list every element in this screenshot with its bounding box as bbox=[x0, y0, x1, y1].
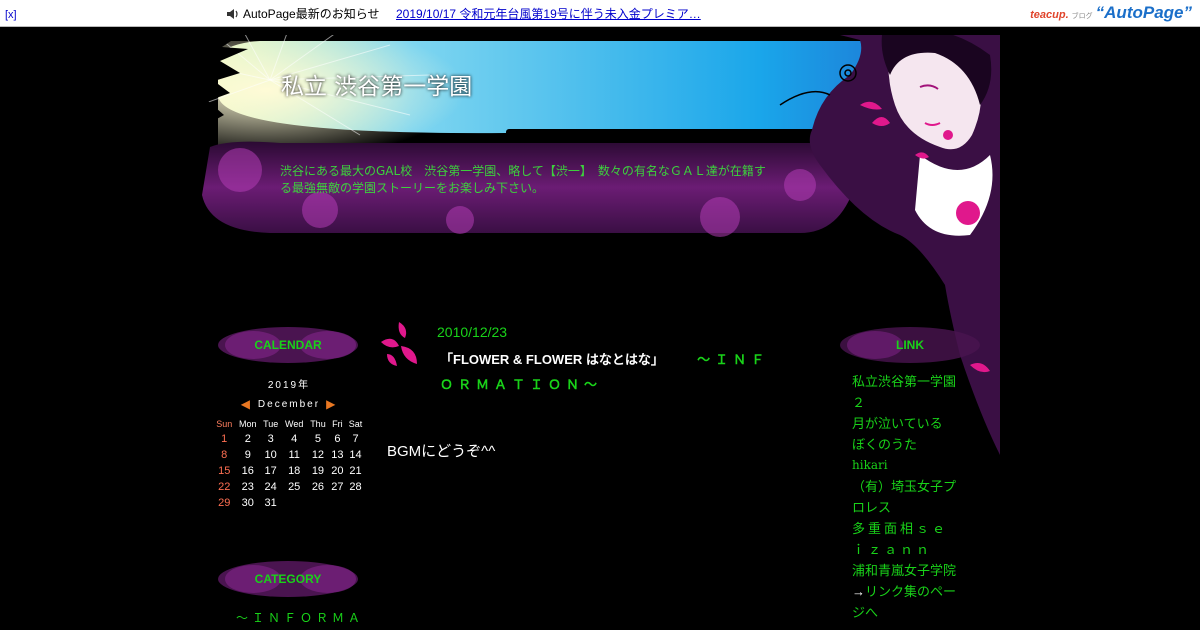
flower-ornament-icon bbox=[381, 322, 417, 366]
calendar-day: 15 bbox=[218, 465, 231, 477]
calendar-week-row: 8 9 10 11 12 13 14 bbox=[213, 447, 365, 463]
calendar-table: Sun Mon Tue Wed Thu Fri Sat 1 2 3 4 5 6 7 8 9 10 1… bbox=[213, 417, 365, 511]
calendar-day: 16 bbox=[241, 465, 254, 477]
calendar-month: December bbox=[257, 398, 321, 410]
calendar-day: 29 bbox=[218, 497, 231, 509]
site-description: 渋谷にある最大のGAL校 渋谷第一学園、略して【渋一】 数々の有名なＧＡＬ達が在… bbox=[280, 164, 766, 195]
calendar-day: 28 bbox=[349, 481, 362, 493]
calendar-day: 12 bbox=[311, 449, 325, 461]
calendar-day: 14 bbox=[349, 449, 362, 461]
calendar-day: 27 bbox=[331, 481, 344, 493]
news-link[interactable]: 2019/10/17 令和元年台風第19号に伴う未入金プレミア… bbox=[396, 5, 701, 22]
calendar-day: 31 bbox=[264, 497, 277, 509]
speaker-icon bbox=[227, 8, 238, 19]
link-item[interactable]: hikari bbox=[852, 455, 962, 476]
post-title[interactable]: 「FLOWER & FLOWER はなとはな」 ～ＩＮＦＯＲＭＡＴＩＯＮ～ bbox=[440, 347, 785, 397]
calendar-day: 7 bbox=[352, 433, 359, 445]
weekday-label: Thu bbox=[310, 419, 326, 429]
calendar-day: 11 bbox=[288, 449, 300, 461]
calendar-day: 24 bbox=[264, 481, 277, 493]
post-date: 2010/12/23 bbox=[437, 324, 508, 340]
calendar-widget: 2019年 ◀ December ▶ Sun Mon Tue Wed Thu F… bbox=[213, 376, 365, 511]
calendar-day: 17 bbox=[264, 465, 277, 477]
calendar-day bbox=[329, 495, 346, 511]
calendar-day: 4 bbox=[291, 433, 298, 445]
calendar-day: 5 bbox=[314, 433, 321, 445]
calendar-year: 2019年 bbox=[267, 380, 311, 391]
calendar-day: 21 bbox=[349, 465, 362, 477]
calendar-day: 30 bbox=[241, 497, 254, 509]
weekday-label: Mon bbox=[238, 419, 257, 429]
calendar-day: 9 bbox=[244, 449, 251, 461]
calendar-heading: CALENDAR bbox=[213, 322, 363, 368]
category-heading-label: CATEGORY bbox=[254, 572, 322, 586]
weekday-label: Sat bbox=[348, 419, 363, 429]
prev-month-icon[interactable]: ◀ bbox=[241, 397, 252, 411]
calendar-day bbox=[346, 495, 365, 511]
link-item[interactable]: 私立渋谷第一学園２ bbox=[852, 371, 962, 413]
logo-autopage-text: “AutoPage” bbox=[1095, 3, 1192, 22]
link-item[interactable]: （有）埼玉女子プロレス bbox=[852, 476, 962, 518]
calendar-days: 1 2 3 4 5 6 7 8 9 10 11 12 13 14 15 16 17 18 19 20 21 22 23 24 2… bbox=[213, 431, 365, 511]
calendar-day: 22 bbox=[218, 481, 231, 493]
weekday-label: Fri bbox=[332, 419, 343, 429]
site-title[interactable]: 私立 渋谷第一学園 bbox=[281, 67, 472, 101]
calendar-month-row: ◀ December ▶ bbox=[213, 397, 365, 411]
calendar-day: 19 bbox=[311, 465, 325, 477]
arrow-icon: → bbox=[852, 584, 865, 599]
close-topbar-button[interactable]: [x] bbox=[5, 9, 17, 21]
calendar-week-row: 22 23 24 25 26 27 28 bbox=[213, 479, 365, 495]
weekday-label: Sun bbox=[216, 419, 233, 429]
calendar-day: 10 bbox=[264, 449, 277, 461]
logo-teacup-text: teacup. bbox=[1030, 9, 1069, 21]
calendar-day: 20 bbox=[331, 465, 344, 477]
link-item-all[interactable]: →リンク集のページへ bbox=[852, 581, 962, 623]
link-item[interactable]: 月が泣いている bbox=[852, 413, 962, 434]
weekday-label: Tue bbox=[263, 419, 279, 429]
post-body: BGMにどうぞ^^ bbox=[387, 443, 496, 460]
autopage-topbar: [x] AutoPage最新のお知らせ 2019/10/17 令和元年台風第19… bbox=[0, 0, 1200, 27]
post-title-main: 「FLOWER & FLOWER はなとはな」 bbox=[440, 352, 664, 367]
calendar-day: 1 bbox=[221, 433, 228, 445]
calendar-week-row: 15 16 17 18 19 20 21 bbox=[213, 463, 365, 479]
link-item[interactable]: 多重面相ｓｅｉｚａｎｎ bbox=[852, 518, 962, 560]
calendar-day: 2 bbox=[244, 433, 251, 445]
logo-blog-text: ブログ bbox=[1071, 13, 1093, 20]
category-item[interactable]: ～ＩＮＦＯＲＭＡ bbox=[236, 609, 364, 626]
link-all-label: リンク集のページへ bbox=[852, 584, 957, 620]
calendar-day bbox=[281, 495, 307, 511]
link-item[interactable]: 浦和青嵐女子学院 bbox=[852, 560, 962, 581]
calendar-day: 18 bbox=[288, 465, 301, 477]
calendar-day bbox=[307, 495, 329, 511]
weekday-label: Wed bbox=[285, 419, 304, 429]
teacup-autopage-logo[interactable]: teacup. ブログ “AutoPage” bbox=[1030, 3, 1192, 23]
notice-label: AutoPage最新のお知らせ bbox=[243, 7, 380, 21]
autopage-notice: AutoPage最新のお知らせ bbox=[226, 5, 379, 22]
calendar-heading-label: CALENDAR bbox=[254, 338, 322, 352]
link-item[interactable]: ぼくのうた bbox=[852, 434, 962, 455]
calendar-day: 8 bbox=[221, 449, 228, 461]
calendar-day: 26 bbox=[311, 481, 325, 493]
calendar-day: 3 bbox=[267, 433, 274, 445]
link-heading-label: LINK bbox=[896, 338, 924, 352]
link-heading: LINK bbox=[835, 322, 985, 368]
calendar-day: 23 bbox=[241, 481, 254, 493]
calendar-day: 13 bbox=[331, 449, 344, 461]
calendar-weekday-row: Sun Mon Tue Wed Thu Fri Sat bbox=[213, 417, 365, 431]
calendar-day: 6 bbox=[334, 433, 341, 445]
category-heading: CATEGORY bbox=[213, 556, 363, 602]
calendar-day: 25 bbox=[288, 481, 301, 493]
link-list: 私立渋谷第一学園２ 月が泣いている ぼくのうた hikari （有）埼玉女子プロ… bbox=[852, 371, 962, 623]
calendar-week-row: 1 2 3 4 5 67 bbox=[213, 431, 365, 447]
next-month-icon[interactable]: ▶ bbox=[326, 397, 337, 411]
calendar-week-row: 29 30 31 bbox=[213, 495, 365, 511]
